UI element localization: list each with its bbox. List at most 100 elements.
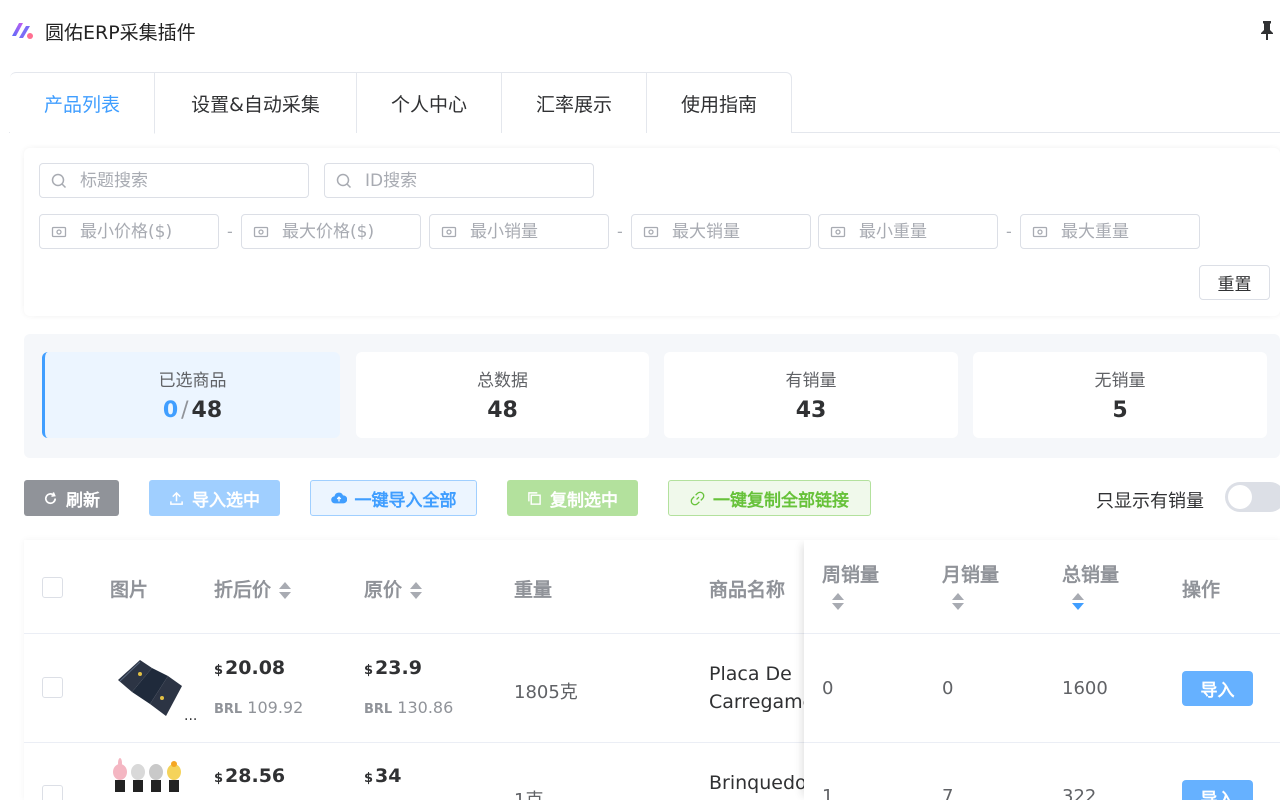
money-icon	[51, 226, 67, 238]
name-line: Carregame	[709, 691, 805, 713]
total-sales-cell: 1600	[1062, 678, 1108, 699]
import-selected-button[interactable]: 导入选中	[149, 480, 280, 516]
header-total-sales[interactable]: 总销量	[1062, 560, 1119, 613]
weight-cell: 1805克	[514, 682, 578, 703]
min-sales-field[interactable]	[429, 214, 609, 249]
pin-icon[interactable]	[1258, 20, 1276, 40]
header-image: 图片	[110, 579, 149, 601]
min-price-input[interactable]	[80, 215, 210, 248]
selected-total: 48	[191, 398, 223, 423]
brl-value: 109.92	[247, 698, 304, 717]
button-label: 复制选中	[550, 490, 618, 511]
row-divider	[804, 633, 1280, 634]
id-search-field[interactable]	[324, 163, 594, 198]
range-dash: -	[1006, 222, 1012, 241]
copy-selected-button[interactable]: 复制选中	[507, 480, 638, 516]
header-monthly-sales[interactable]: 月销量	[942, 560, 999, 613]
copy-icon	[528, 491, 541, 505]
max-sales-input[interactable]	[672, 215, 802, 248]
original-price: $23.9	[364, 657, 422, 679]
only-sales-switch[interactable]	[1225, 482, 1280, 512]
upload-icon	[170, 491, 183, 505]
price-value: 28.56	[225, 765, 286, 787]
sort-icon-active-desc[interactable]	[1072, 591, 1084, 613]
original-brl: BRL 130.86	[364, 698, 453, 717]
header-label: 周销量	[822, 564, 880, 586]
max-price-field[interactable]	[241, 214, 421, 249]
weekly-sales-cell: 0	[822, 678, 834, 699]
stat-label: 有销量	[785, 371, 837, 391]
header-weight: 重量	[514, 579, 553, 601]
button-label: 一键复制全部链接	[713, 490, 849, 511]
header-original-price[interactable]: 原价	[364, 575, 423, 602]
import-row-button[interactable]: 导入	[1182, 780, 1253, 800]
refresh-button[interactable]: 刷新	[24, 480, 119, 516]
brl-label: BRL	[214, 702, 243, 717]
select-all-checkbox[interactable]	[42, 577, 63, 598]
button-label: 刷新	[66, 490, 100, 511]
min-price-field[interactable]	[39, 214, 219, 249]
sort-icon[interactable]	[279, 580, 292, 602]
price-value: 34	[375, 765, 402, 787]
tab-label: 设置&自动采集	[191, 93, 320, 116]
copy-all-links-button[interactable]: 一键复制全部链接	[668, 480, 871, 516]
discount-price: $20.08	[214, 657, 285, 679]
app-title: 圆佑ERP采集插件	[45, 22, 196, 44]
stat-value: 43	[795, 398, 827, 423]
header-weekly-sales[interactable]: 周销量	[822, 560, 879, 613]
tab-label: 产品列表	[43, 93, 120, 116]
name-line: Brinquedo	[709, 772, 805, 794]
stat-value: 5	[1112, 398, 1128, 423]
stat-total-card[interactable]: 总数据 48	[356, 352, 649, 438]
max-weight-input[interactable]	[1061, 215, 1191, 248]
title-search-field[interactable]	[39, 163, 309, 198]
brl-value: 130.86	[397, 698, 454, 717]
import-all-button[interactable]: 一键导入全部	[310, 480, 477, 516]
tab-exchange-rate[interactable]: 汇率展示	[502, 72, 647, 133]
id-search-input[interactable]	[365, 164, 585, 197]
min-sales-input[interactable]	[470, 215, 600, 248]
reset-button[interactable]: 重置	[1199, 265, 1270, 300]
max-weight-field[interactable]	[1020, 214, 1200, 249]
stat-no-sales-card[interactable]: 无销量 5	[973, 352, 1267, 438]
stat-with-sales-card[interactable]: 有销量 43	[664, 352, 958, 438]
cloud-upload-icon	[330, 492, 347, 504]
switch-knob	[1228, 485, 1252, 509]
stat-value: 48	[487, 398, 518, 423]
discount-price: $28.56	[214, 765, 285, 787]
min-weight-input[interactable]	[859, 215, 989, 248]
max-sales-field[interactable]	[631, 214, 811, 249]
row-checkbox[interactable]	[42, 785, 63, 800]
button-label: 一键导入全部	[354, 490, 457, 511]
tab-settings[interactable]: 设置&自动采集	[155, 72, 357, 133]
header-discount-price[interactable]: 折后价	[214, 575, 292, 602]
tab-personal-center[interactable]: 个人中心	[357, 72, 502, 133]
title-search-input[interactable]	[80, 164, 300, 197]
import-row-button[interactable]: 导入	[1182, 671, 1253, 706]
sort-icon[interactable]	[832, 591, 844, 613]
row-checkbox[interactable]	[42, 677, 63, 698]
min-weight-field[interactable]	[818, 214, 998, 249]
search-icon	[51, 173, 67, 189]
money-icon	[830, 226, 846, 238]
weekly-sales-cell: 1	[822, 786, 834, 800]
sort-icon[interactable]	[410, 580, 423, 602]
product-name[interactable]: Placa De Carregame	[709, 660, 805, 716]
tab-label: 使用指南	[680, 93, 757, 116]
search-icon	[336, 173, 352, 189]
tab-product-list[interactable]: 产品列表	[10, 72, 155, 134]
fixed-right-columns: 周销量 月销量 总销量 操作 0 0 1600 导入 1 7 322 导入	[804, 540, 1280, 800]
weight-cell: 1克	[514, 786, 543, 800]
name-line: Placa De	[709, 663, 792, 685]
product-name[interactable]: Brinquedo	[709, 769, 805, 797]
money-icon	[441, 226, 457, 238]
product-image-plush-toys[interactable]	[110, 758, 190, 800]
tab-guide[interactable]: 使用指南	[647, 72, 792, 133]
original-price: $34	[364, 765, 402, 787]
max-price-input[interactable]	[282, 215, 412, 248]
stat-selected-card[interactable]: 已选商品 0/48	[42, 352, 340, 438]
currency-symbol: $	[214, 663, 224, 678]
header-actions: 操作	[1182, 579, 1221, 601]
sort-icon[interactable]	[952, 591, 964, 613]
header-label: 折后价	[214, 579, 272, 601]
